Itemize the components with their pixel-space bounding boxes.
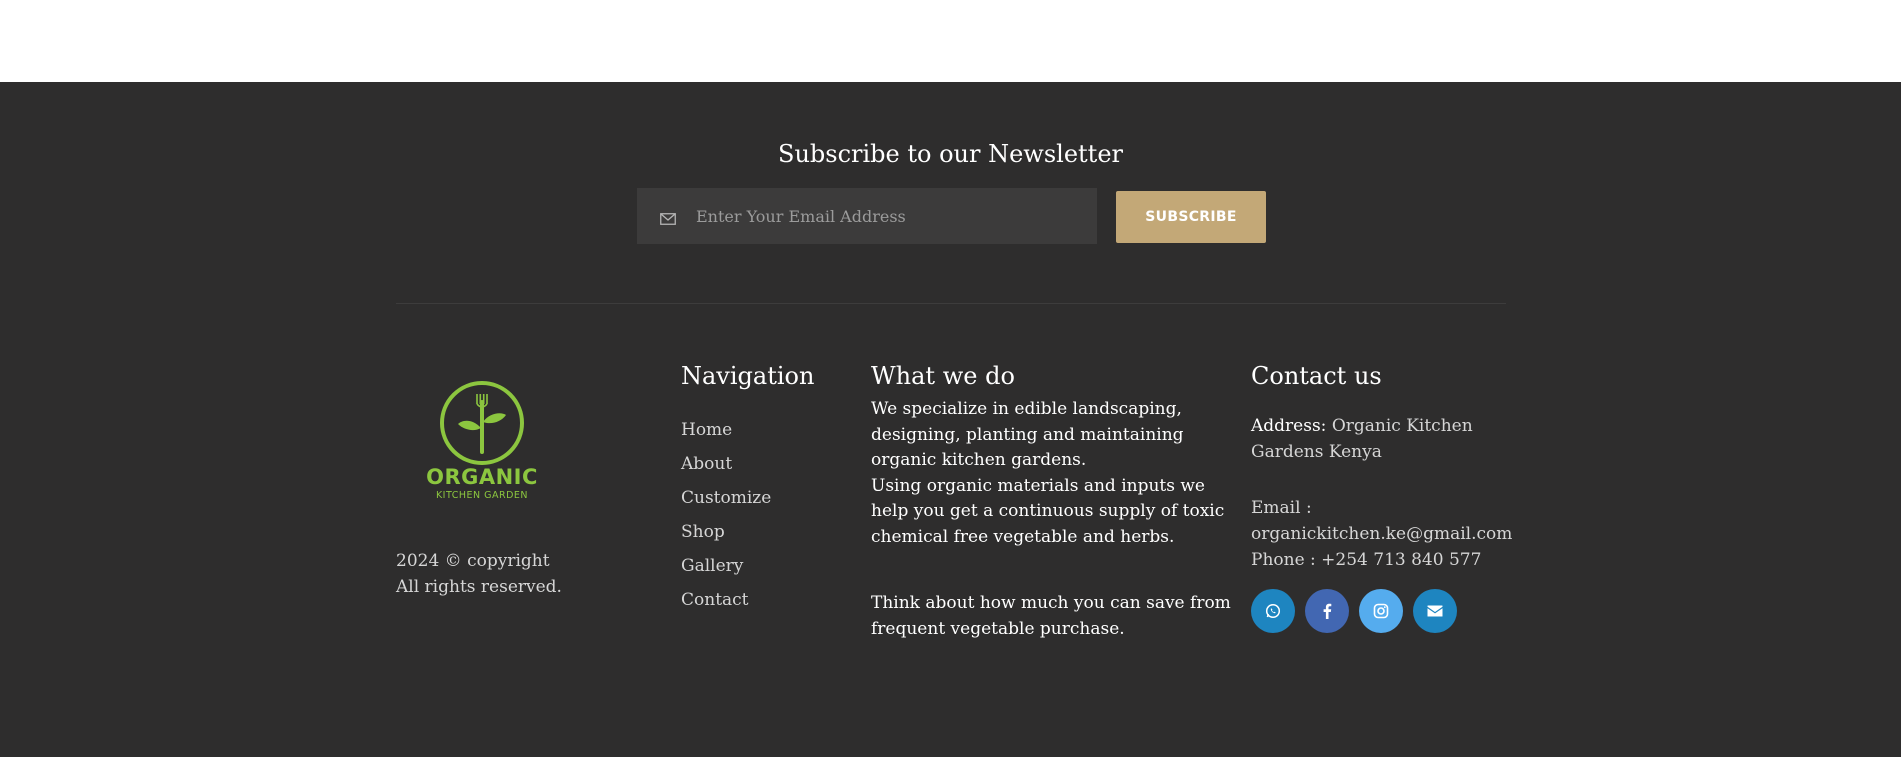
email-value[interactable]: organickitchen.ke@gmail.com: [1251, 522, 1512, 548]
nav-link-contact[interactable]: Contact: [681, 590, 771, 624]
what-we-do-paragraph-2: Using organic materials and inputs we he…: [871, 475, 1225, 547]
page-top-area: [0, 0, 1901, 82]
logo-subtext: KITCHEN GARDEN: [435, 490, 529, 501]
contact-title: Contact us: [1251, 362, 1382, 390]
copyright-line-1: 2024 © copyright: [396, 551, 550, 571]
contact-email: Email : organickitchen.ke@gmail.com: [1251, 496, 1512, 548]
nav-link-customize[interactable]: Customize: [681, 488, 771, 522]
nav-link-gallery[interactable]: Gallery: [681, 556, 771, 590]
email-label: Email :: [1251, 498, 1312, 518]
newsletter-title: Subscribe to our Newsletter: [778, 140, 1123, 168]
copyright: 2024 © copyright All rights reserved.: [396, 548, 562, 600]
subscribe-button[interactable]: SUBSCRIBE: [1116, 191, 1266, 243]
envelope-icon[interactable]: [1413, 589, 1457, 633]
contact-phone[interactable]: Phone : +254 713 840 577: [1251, 548, 1511, 574]
whatsapp-icon[interactable]: [1251, 589, 1295, 633]
mail-icon: [660, 210, 676, 225]
nav-link-shop[interactable]: Shop: [681, 522, 771, 556]
logo-text: ORGANIC: [426, 465, 538, 489]
copyright-line-2: All rights reserved.: [396, 577, 562, 597]
contact-address: Address: Organic Kitchen Gardens Kenya: [1251, 414, 1501, 465]
instagram-icon[interactable]: [1359, 589, 1403, 633]
what-we-do-text: We specialize in edible landscaping, des…: [871, 397, 1231, 551]
navigation-list: Home About Customize Shop Gallery Contac…: [681, 420, 771, 624]
organic-kitchen-garden-logo[interactable]: ORGANIC KITCHEN GARDEN: [424, 380, 540, 512]
footer: Subscribe to our Newsletter SUBSCRIBE OR…: [0, 82, 1901, 757]
newsletter-email-input[interactable]: [696, 206, 1076, 226]
footer-divider: [396, 303, 1506, 304]
navigation-title: Navigation: [681, 362, 815, 390]
newsletter-email-field[interactable]: [637, 188, 1097, 244]
social-links: [1251, 589, 1457, 633]
what-we-do-paragraph-1: We specialize in edible landscaping, des…: [871, 399, 1184, 471]
what-we-do-paragraph-3: Think about how much you can save from f…: [871, 593, 1231, 639]
address-label: Address:: [1251, 416, 1327, 436]
nav-link-about[interactable]: About: [681, 454, 771, 488]
nav-link-home[interactable]: Home: [681, 420, 771, 454]
facebook-icon[interactable]: [1305, 589, 1349, 633]
what-we-do-title: What we do: [871, 362, 1015, 390]
